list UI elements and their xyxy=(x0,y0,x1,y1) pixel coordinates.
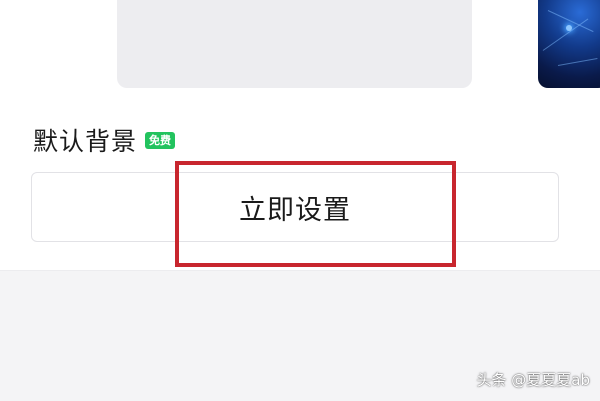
section-title: 默认背景 xyxy=(33,127,138,156)
section-header: 默认背景 免费 xyxy=(33,122,176,158)
default-background-preview-card[interactable] xyxy=(117,0,472,88)
thumbnail-network-line xyxy=(557,58,598,66)
tech-background-thumbnail[interactable] xyxy=(538,0,600,88)
set-now-button[interactable]: 立即设置 xyxy=(31,172,559,242)
thumbnail-network-line xyxy=(542,18,589,51)
watermark-text: 头条 @夏夏夏ab xyxy=(476,371,590,389)
free-badge: 免费 xyxy=(145,131,176,149)
set-now-button-label: 立即设置 xyxy=(239,194,351,226)
